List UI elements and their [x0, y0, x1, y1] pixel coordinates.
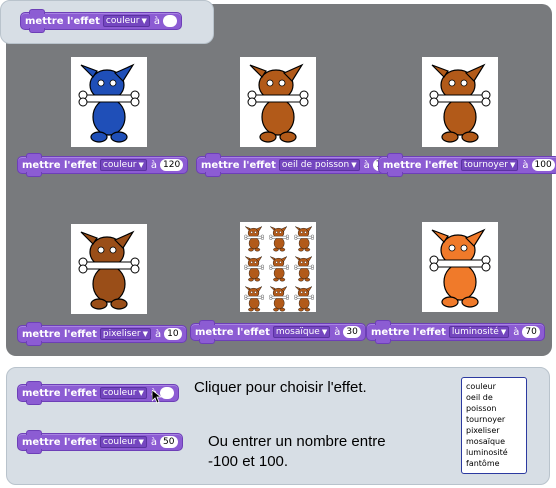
effect-option[interactable]: couleur	[466, 381, 522, 392]
block-label: mettre l'effet	[383, 159, 458, 171]
value-input[interactable]	[160, 387, 175, 399]
effect-option[interactable]: luminosité	[466, 447, 522, 458]
effect-block-mosaique[interactable]: mettre l'effet mosaïque ▼ à 30	[190, 320, 366, 344]
chevron-down-icon: ▼	[138, 389, 144, 397]
block-label: mettre l'effet	[22, 328, 97, 340]
block-a: à	[513, 326, 520, 338]
help-text-number-line2: -100 et 100.	[208, 453, 289, 470]
effect-option[interactable]: fantôme	[466, 458, 522, 469]
chevron-down-icon: ▼	[138, 438, 144, 446]
dropdown-value: couleur	[102, 437, 137, 447]
effect-dropdown[interactable]: couleur ▼	[99, 436, 147, 448]
sprite-image	[71, 224, 147, 314]
sprite-image	[422, 57, 498, 147]
help-text-number-line1: Ou entrer un nombre entre	[208, 433, 386, 450]
dropdown-value: oeil de poisson	[281, 160, 350, 170]
help-text-click: Cliquer pour choisir l'effet.	[194, 379, 367, 396]
block-a: à	[522, 159, 529, 171]
sprite-image	[240, 57, 316, 147]
value-input[interactable]: 10	[164, 328, 182, 340]
effect-dropdown[interactable]: tournoyer ▼	[460, 159, 519, 171]
dropdown-value: couleur	[105, 16, 140, 26]
sprite-image	[240, 222, 316, 312]
effect-option[interactable]: mosaïque	[466, 436, 522, 447]
chevron-down-icon: ▼	[500, 328, 507, 336]
chevron-down-icon: ▼	[141, 17, 147, 25]
effect-dropdown[interactable]: luminosité ▼	[448, 326, 510, 338]
value-input[interactable]: 120	[160, 159, 184, 171]
chevron-down-icon: ▼	[509, 161, 516, 169]
effect-option[interactable]: oeil de poisson	[466, 392, 522, 414]
chevron-down-icon: ▼	[142, 330, 149, 338]
block-label: mettre l'effet	[22, 159, 97, 171]
block-a: à	[150, 436, 158, 448]
chevron-down-icon: ▼	[138, 161, 144, 169]
effect-block-luminosite[interactable]: mettre l'effet luminosité ▼ à 70	[366, 320, 545, 344]
effect-block-couleur[interactable]: mettre l'effet couleur ▼ à 120	[17, 153, 189, 177]
mouse-pointer-icon	[152, 390, 162, 404]
block-a: à	[155, 328, 162, 340]
block-label: mettre l'effet	[25, 15, 100, 27]
effect-option[interactable]: tournoyer	[466, 414, 522, 425]
effect-option[interactable]: pixeliser	[466, 425, 522, 436]
header-effect-block[interactable]: mettre l'effet couleur ▼ à	[20, 9, 183, 33]
block-label: mettre l'effet	[371, 326, 446, 338]
block-label: mettre l'effet	[201, 159, 276, 171]
block-a: à	[363, 159, 370, 171]
value-input[interactable]: 30	[343, 326, 361, 338]
block-label: mettre l'effet	[22, 436, 97, 448]
dropdown-value: tournoyer	[463, 160, 508, 170]
sprite-image	[422, 222, 498, 312]
effect-block-pixeliser[interactable]: mettre l'effet pixeliser ▼ à 10	[17, 322, 187, 346]
dropdown-value: luminosité	[451, 327, 499, 337]
block-label: mettre l'effet	[195, 326, 270, 338]
block-label: mettre l'effet	[22, 387, 97, 399]
chevron-down-icon: ▼	[321, 328, 328, 336]
effects-dropdown-list[interactable]: couleur oeil de poisson tournoyer pixeli…	[461, 377, 527, 474]
value-input[interactable]	[163, 15, 178, 27]
dropdown-value: mosaïque	[275, 327, 320, 337]
dropdown-value: couleur	[102, 388, 137, 398]
effect-block-tournoyer[interactable]: mettre l'effet tournoyer ▼ à 100	[378, 153, 556, 177]
effect-dropdown[interactable]: couleur ▼	[99, 387, 147, 399]
effect-block-oeil[interactable]: mettre l'effet oeil de poisson▼ à 70	[196, 153, 396, 177]
value-input[interactable]: 50	[160, 436, 178, 448]
examples-panel: mettre l'effet couleur ▼ à mettre l'effe…	[0, 0, 556, 358]
block-a: à	[150, 159, 158, 171]
sprite-image	[71, 57, 147, 147]
block-a: à	[334, 326, 341, 338]
value-input[interactable]: 70	[522, 326, 540, 338]
dropdown-value: pixeliser	[102, 329, 141, 339]
value-input[interactable]: 100	[531, 159, 555, 171]
dropdown-value: couleur	[102, 160, 137, 170]
chevron-down-icon: ▼	[351, 161, 357, 169]
block-a: à	[153, 15, 161, 27]
effect-dropdown[interactable]: couleur ▼	[102, 15, 150, 27]
help-effect-block-2[interactable]: mettre l'effet couleur ▼ à 50	[17, 430, 183, 454]
effect-dropdown[interactable]: oeil de poisson ▼	[278, 159, 360, 171]
effect-dropdown[interactable]: mosaïque ▼	[272, 326, 331, 338]
effect-dropdown[interactable]: pixeliser ▼	[99, 328, 152, 340]
effect-dropdown[interactable]: couleur ▼	[99, 159, 147, 171]
